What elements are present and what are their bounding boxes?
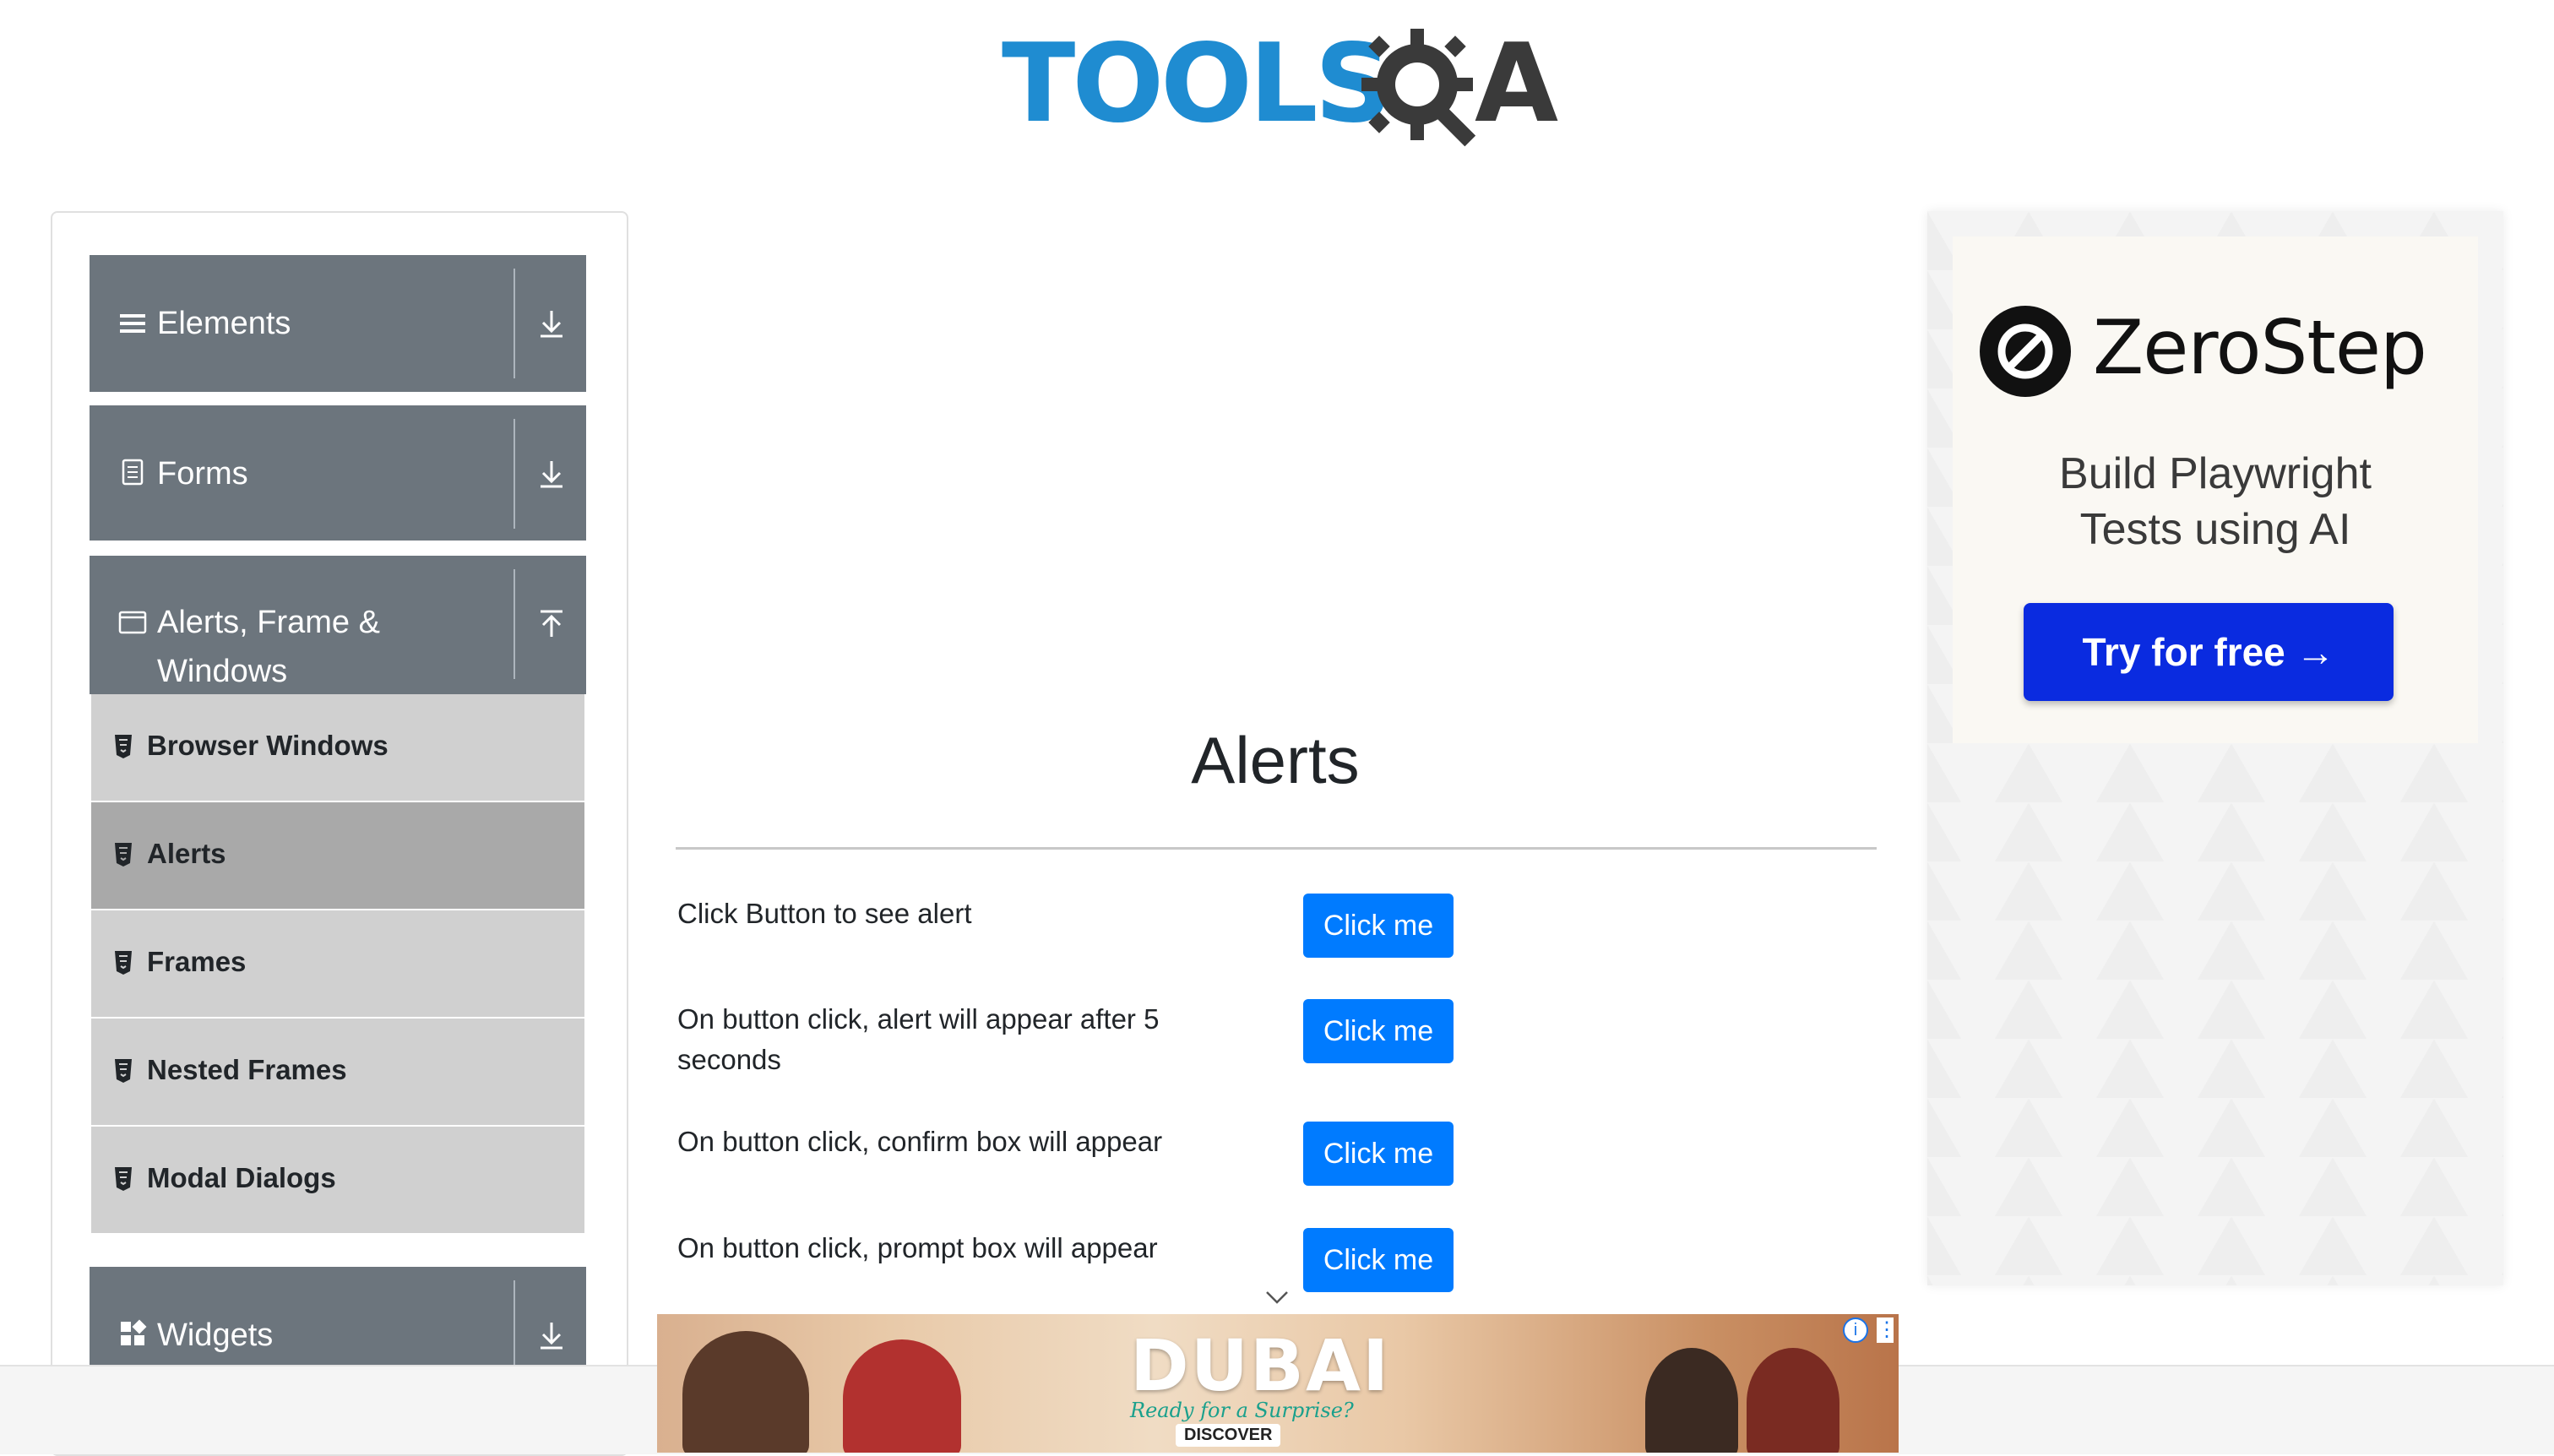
download-arrow-icon[interactable] bbox=[530, 1314, 573, 1356]
chevron-down-icon[interactable] bbox=[1263, 1287, 1291, 1307]
confirm-button[interactable]: Click me bbox=[1303, 1122, 1454, 1186]
sidebar-item-browser-windows[interactable]: Browser Windows bbox=[91, 694, 584, 802]
download-arrow-icon[interactable] bbox=[530, 453, 573, 495]
html5-icon bbox=[115, 1059, 132, 1083]
ad-headline: DUBAI bbox=[1130, 1324, 1391, 1407]
sidebar-group-label: Elements bbox=[157, 306, 291, 341]
sidebar-item-modal-dialogs[interactable]: Modal Dialogs bbox=[91, 1127, 584, 1235]
divider bbox=[514, 569, 515, 679]
gear-magnifier-icon bbox=[1361, 29, 1476, 147]
try-for-free-button[interactable]: Try for free → bbox=[2024, 603, 2394, 701]
ad-person-image bbox=[682, 1331, 809, 1453]
ad-person-image bbox=[1747, 1348, 1839, 1453]
left-sidebar: Elements Forms Alerts, Frame & Windows B… bbox=[51, 211, 628, 1456]
sidebar-group-label: Forms bbox=[157, 456, 248, 492]
logo-tools-text: TOOLS bbox=[1002, 21, 1393, 147]
sidebar-item-label: Alerts bbox=[147, 838, 226, 869]
divider bbox=[514, 269, 515, 378]
html5-icon bbox=[115, 951, 132, 975]
alert-button[interactable]: Click me bbox=[1303, 894, 1454, 958]
ad-brand-name: ZeroStep bbox=[2093, 304, 2427, 391]
hamburger-icon bbox=[120, 314, 145, 333]
ad-tagline-line2: Tests using AI bbox=[2079, 505, 2351, 554]
zerostep-ad[interactable]: ZeroStep Build Playwright Tests using AI… bbox=[1927, 211, 2503, 1285]
prompt-button[interactable]: Click me bbox=[1303, 1228, 1454, 1292]
ad-menu-icon[interactable]: ⋮ bbox=[1877, 1317, 1897, 1343]
sidebar-item-label: Nested Frames bbox=[147, 1054, 347, 1085]
html5-icon bbox=[115, 735, 132, 758]
sidebar-group-alerts-frame-windows[interactable]: Alerts, Frame & Windows bbox=[90, 556, 586, 694]
dubai-banner-ad[interactable]: DUBAI Ready for a Surprise? DISCOVER i ⋮ bbox=[657, 1314, 1899, 1453]
ad-tagline-line1: Build Playwright bbox=[2059, 449, 2372, 498]
page-title: Alerts bbox=[1191, 723, 1360, 797]
widgets-grid-icon bbox=[121, 1319, 147, 1345]
upload-arrow-icon[interactable] bbox=[530, 603, 573, 645]
sidebar-item-label: Modal Dialogs bbox=[147, 1162, 336, 1193]
ad-camel-image bbox=[843, 1339, 961, 1453]
ad-card: ZeroStep Build Playwright Tests using AI… bbox=[1953, 236, 2478, 743]
sidebar-group-forms[interactable]: Forms bbox=[90, 405, 586, 541]
html5-icon bbox=[115, 1167, 132, 1191]
alert-row-label: Click Button to see alert bbox=[677, 898, 972, 929]
toolsqa-logo[interactable]: TOOLS A bbox=[1002, 24, 1559, 159]
divider bbox=[514, 419, 515, 529]
sidebar-item-label: Browser Windows bbox=[147, 730, 389, 761]
sidebar-item-frames[interactable]: Frames bbox=[91, 910, 584, 1019]
ad-person-image bbox=[1645, 1348, 1738, 1453]
html5-icon bbox=[115, 843, 132, 867]
sidebar-group-label: Widgets bbox=[157, 1317, 274, 1353]
download-arrow-icon[interactable] bbox=[530, 302, 573, 345]
sidebar-group-elements[interactable]: Elements bbox=[90, 255, 586, 392]
sidebar-item-alerts[interactable]: Alerts bbox=[91, 802, 584, 910]
timer-alert-button[interactable]: Click me bbox=[1303, 999, 1454, 1063]
sidebar-item-nested-frames[interactable]: Nested Frames bbox=[91, 1019, 584, 1127]
form-document-icon bbox=[122, 459, 144, 486]
discover-button[interactable]: DISCOVER bbox=[1176, 1424, 1281, 1447]
ad-info-icon[interactable]: i bbox=[1843, 1317, 1868, 1343]
sidebar-group-label: Alerts, Frame & Windows bbox=[157, 605, 380, 689]
sidebar-item-label: Frames bbox=[147, 946, 247, 977]
title-divider bbox=[676, 847, 1877, 850]
prompt-row-label: On button click, prompt box will appear bbox=[677, 1232, 1158, 1263]
zerostep-logo-icon bbox=[1980, 306, 2071, 397]
browser-window-icon bbox=[118, 611, 147, 634]
logo-qa-text: A bbox=[1475, 21, 1559, 147]
ad-tagline: Build Playwright Tests using AI bbox=[1953, 446, 2478, 557]
timer-alert-row-label: On button click, alert will appear after… bbox=[677, 1003, 1160, 1075]
ad-script-text: Ready for a Surprise? bbox=[1130, 1399, 1354, 1422]
confirm-row-label: On button click, confirm box will appear bbox=[677, 1126, 1163, 1157]
